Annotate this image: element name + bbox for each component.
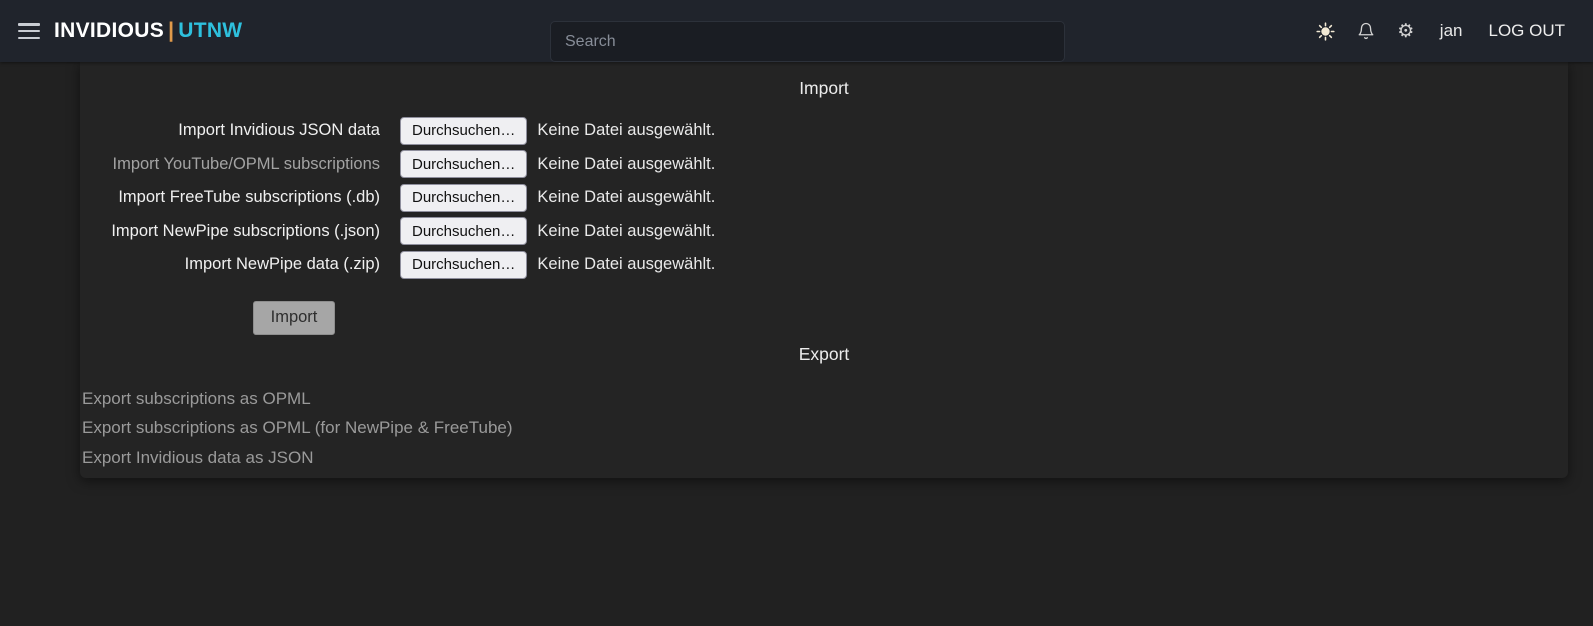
file-input-status: Keine Datei ausgewählt.: [537, 222, 715, 241]
gear-icon[interactable]: ⚙: [1396, 21, 1416, 41]
import-row-invidious-json: Import Invidious JSON data Durchsuchen… …: [80, 114, 1568, 148]
export-opml-link[interactable]: Export subscriptions as OPML: [82, 384, 311, 414]
site-logo[interactable]: INVIDIOUS|UTNW: [54, 19, 242, 43]
file-browse-button[interactable]: Durchsuchen…: [400, 217, 527, 245]
data-import-export-panel: Import Import Invidious JSON data Durchs…: [80, 62, 1568, 478]
logo-primary: INVIDIOUS: [54, 19, 164, 42]
search-input[interactable]: [550, 21, 1065, 62]
search-bar: [550, 21, 1065, 62]
file-input-status: Keine Datei ausgewählt.: [537, 155, 715, 174]
file-browse-button[interactable]: Durchsuchen…: [400, 117, 527, 145]
logo-instance-name: UTNW: [178, 19, 242, 42]
hamburger-menu-icon[interactable]: [18, 23, 40, 39]
file-input-status: Keine Datei ausgewählt.: [537, 188, 715, 207]
file-input-label: Import Invidious JSON data: [80, 121, 380, 140]
export-opml-newpipe-freetube-link[interactable]: Export subscriptions as OPML (for NewPip…: [82, 413, 513, 443]
logout-link[interactable]: LOG OUT: [1488, 21, 1565, 41]
import-row-newpipe-zip: Import NewPipe data (.zip) Durchsuchen… …: [80, 248, 1568, 282]
file-input-label: Import NewPipe subscriptions (.json): [80, 222, 380, 241]
file-input-label: Import FreeTube subscriptions (.db): [80, 188, 380, 207]
file-browse-button[interactable]: Durchsuchen…: [400, 251, 527, 279]
export-section-title: Export: [80, 335, 1568, 373]
username-label: jan: [1440, 21, 1463, 41]
export-invidious-json-link[interactable]: Export Invidious data as JSON: [82, 443, 314, 473]
import-row-freetube-db: Import FreeTube subscriptions (.db) Durc…: [80, 181, 1568, 215]
bell-icon[interactable]: [1356, 21, 1376, 41]
import-submit-button[interactable]: Import: [253, 301, 335, 335]
file-browse-button[interactable]: Durchsuchen…: [400, 184, 527, 212]
import-row-youtube-opml: Import YouTube/OPML subscriptions Durchs…: [80, 148, 1568, 182]
import-section-title: Import: [80, 62, 1568, 100]
import-form: Import Invidious JSON data Durchsuchen… …: [80, 114, 1568, 282]
top-navbar: INVIDIOUS|UTNW ⚙ jan LOG OUT: [0, 0, 1593, 62]
file-input-label: Import NewPipe data (.zip): [80, 255, 380, 274]
logo-separator: |: [164, 19, 178, 42]
sun-icon[interactable]: [1316, 21, 1336, 41]
navbar-right-group: ⚙ jan LOG OUT: [1316, 0, 1565, 62]
file-input-status: Keine Datei ausgewählt.: [537, 121, 715, 140]
import-row-newpipe-json: Import NewPipe subscriptions (.json) Dur…: [80, 215, 1568, 249]
export-links-list: Export subscriptions as OPML Export subs…: [80, 384, 1568, 473]
file-input-label: Import YouTube/OPML subscriptions: [80, 155, 380, 174]
file-input-status: Keine Datei ausgewählt.: [537, 255, 715, 274]
file-browse-button[interactable]: Durchsuchen…: [400, 150, 527, 178]
